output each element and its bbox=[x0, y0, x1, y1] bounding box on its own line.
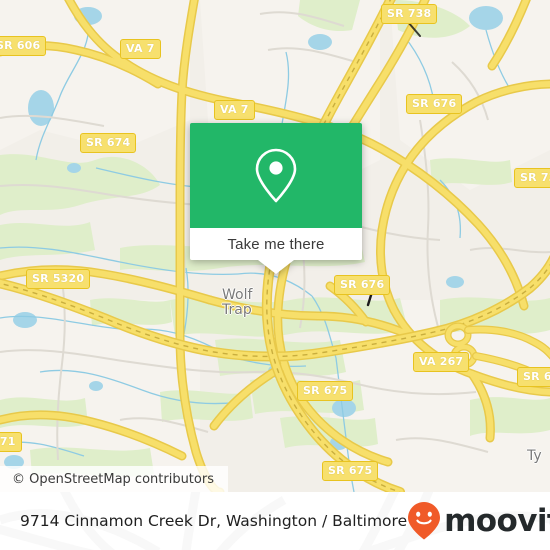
road-shield-sr-675-upper[interactable]: SR 675 bbox=[297, 381, 354, 401]
road-shield-va-7-mid[interactable]: VA 7 bbox=[214, 100, 255, 120]
road-shield-sr-606[interactable]: SR 606 bbox=[0, 36, 47, 56]
road-shield-sr-674[interactable]: SR 674 bbox=[80, 133, 137, 153]
moovit-brand[interactable]: moovit bbox=[407, 501, 550, 541]
callout-pointer-tail bbox=[258, 260, 294, 274]
moovit-wordmark: moovit bbox=[444, 502, 550, 539]
place-label-tysons: Ty bbox=[527, 448, 542, 464]
map-canvas[interactable]: SR 606 VA 7 SR 738 SR 676 VA 7 SR 674 SR… bbox=[0, 0, 550, 492]
road-shield-sr-738[interactable]: SR 738 bbox=[381, 4, 438, 24]
callout-header bbox=[190, 123, 362, 228]
address-text: 9714 Cinnamon Creek Dr, Washington / Bal… bbox=[20, 512, 408, 530]
road-shield-671[interactable]: 671 bbox=[0, 432, 22, 452]
map-screenshot: SR 606 VA 7 SR 738 SR 676 VA 7 SR 674 SR… bbox=[0, 0, 550, 550]
map-pin-icon bbox=[255, 148, 297, 202]
moovit-smiley-pin-icon bbox=[408, 502, 441, 540]
road-shield-sr-676-top[interactable]: SR 676 bbox=[406, 94, 463, 114]
osm-attribution[interactable]: © OpenStreetMap contributors bbox=[0, 466, 228, 492]
road-shield-sr-675-lower[interactable]: SR 675 bbox=[322, 461, 379, 481]
place-label-wolf-trap: Wolf Trap bbox=[222, 287, 253, 318]
road-shield-sr-68[interactable]: SR 68 bbox=[517, 367, 550, 387]
road-shield-va-267[interactable]: VA 267 bbox=[413, 352, 470, 372]
bottom-info-bar: 9714 Cinnamon Creek Dr, Washington / Bal… bbox=[0, 492, 550, 550]
location-callout-card[interactable]: Take me there bbox=[190, 123, 362, 274]
road-shield-sr-5320[interactable]: SR 5320 bbox=[26, 269, 91, 289]
road-shield-sr-73[interactable]: SR 73 bbox=[514, 168, 550, 188]
road-shield-va-7-top[interactable]: VA 7 bbox=[120, 39, 161, 59]
road-shield-sr-676-mid[interactable]: SR 676 bbox=[334, 275, 391, 295]
take-me-there-button[interactable]: Take me there bbox=[190, 228, 362, 260]
